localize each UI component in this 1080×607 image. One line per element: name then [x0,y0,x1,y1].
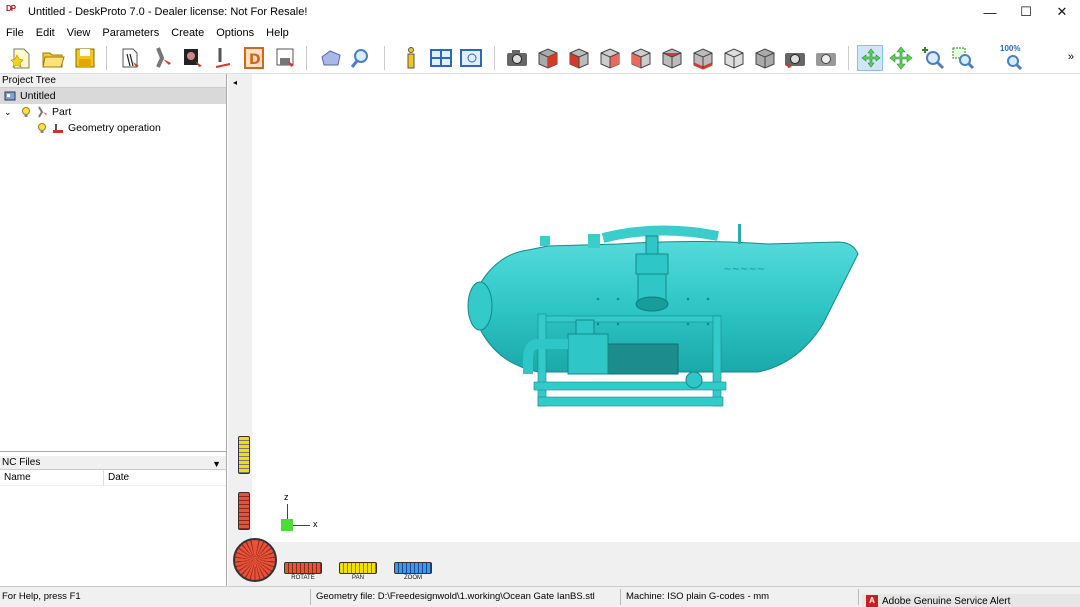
camera-icon[interactable] [504,45,530,71]
rotate-tool-icon[interactable] [857,45,883,71]
preview-icon[interactable] [348,45,374,71]
lightbulb-icon[interactable] [36,122,48,134]
chevron-down-icon[interactable]: ⌄ [4,107,16,118]
svg-text:~~~~~: ~~~~~ [722,264,766,275]
maximize-button[interactable]: ☐ [1008,0,1044,24]
title-bar: DP Untitled - DeskProto 7.0 - Dealer lic… [0,0,1080,24]
menu-view[interactable]: View [61,27,97,39]
status-machine: Machine: ISO plain G-codes - mm [626,591,770,602]
rotate-roller-vertical[interactable] [238,492,250,530]
view-cube-left-icon[interactable] [628,45,654,71]
column-header-name[interactable]: Name [0,470,104,485]
view-cube-iso-icon[interactable] [535,45,561,71]
rotate-dial-icon[interactable] [233,538,277,582]
camera-restore-icon[interactable] [813,45,839,71]
simulation-icon[interactable] [318,45,344,71]
nc-files-dropdown-icon[interactable]: ▼ [212,457,221,471]
nc-files-columns: Name Date [0,470,226,486]
new-file-icon[interactable] [8,45,34,71]
viewport-left-strip: ◂ [228,74,252,586]
status-bar: For Help, press F1 Geometry file: D:\Fre… [0,586,1080,607]
pan-roller[interactable] [339,562,377,574]
menu-edit[interactable]: Edit [30,27,61,39]
adobe-icon: A [866,595,878,607]
close-button[interactable]: ✕ [1044,0,1080,24]
left-panel: Project Tree Untitled ⌄ Part Geometry op… [0,74,227,586]
camera-save-icon[interactable] [782,45,808,71]
zoom-100-label: 100% [1000,44,1021,53]
toolbar-more-button[interactable]: » [1068,51,1074,63]
view-window-icon[interactable] [458,45,484,71]
adobe-alert-label: Adobe Genuine Service Alert [882,595,1011,607]
view-cube-top-icon[interactable] [690,45,716,71]
zoom-tool-icon[interactable] [919,45,945,71]
menu-bar: File Edit View Parameters Create Options… [0,24,1080,42]
status-help: For Help, press F1 [2,591,81,602]
export-icon[interactable] [272,45,298,71]
menu-options[interactable]: Options [210,27,260,39]
lightbulb-icon[interactable] [20,106,32,118]
zoom-100-icon[interactable]: 100% [1000,44,1026,71]
zoom-label: ZOOM [404,575,422,581]
svg-text:D: D [249,52,261,68]
window-title: Untitled - DeskProto 7.0 - Dealer licens… [28,6,308,18]
nc-files-title: NC Files [2,457,41,468]
zoom-window-icon[interactable] [950,45,976,71]
project-tree: Untitled ⌄ Part Geometry operation [0,88,226,452]
layout-icon[interactable] [428,45,454,71]
menu-create[interactable]: Create [165,27,210,39]
view-cube-front-icon[interactable] [566,45,592,71]
view-cube-plain-icon[interactable] [752,45,778,71]
axis-z-label: z [284,492,289,502]
minimize-button[interactable]: — [972,0,1008,24]
viewport-bottom-strip: ROTATE PAN ZOOM [228,538,1080,586]
axis-origin-icon [281,519,293,531]
nc-files-panel: NC Files ▼ Name Date [0,456,226,586]
operation-icon [52,122,64,134]
tree-item-label: Untitled [20,90,56,102]
pan-label: PAN [352,575,364,581]
pan-tool-icon[interactable] [888,45,914,71]
part-icon [36,106,48,118]
adobe-alert-taskbar-item[interactable]: A Adobe Genuine Service Alert [862,594,1080,607]
view-cube-bottom-icon[interactable] [721,45,747,71]
3d-viewport[interactable]: ◂ ~~~~~ z x ROTATE PAN ZOOM [228,74,1080,586]
menu-parameters[interactable]: Parameters [96,27,165,39]
status-geometry-file: Geometry file: D:\Freedesignwold\1.worki… [316,591,595,602]
zoom-roller[interactable] [394,562,432,574]
tree-item-label: Part [52,106,72,118]
tree-item-label: Geometry operation [68,122,161,134]
toolbar: D 100% » [0,42,1080,74]
zoom-roller-vertical[interactable] [238,436,250,474]
rotate-roller[interactable] [284,562,322,574]
open-folder-icon[interactable] [40,45,66,71]
submarine-model: ~~~~~ [467,224,859,407]
menu-help[interactable]: Help [260,27,295,39]
nc-files-header: NC Files ▼ [0,456,226,470]
tree-item-part[interactable]: ⌄ Part [4,104,71,120]
project-tree-header: Project Tree [0,74,226,88]
column-header-date[interactable]: Date [104,470,129,485]
rotate-label: ROTATE [291,575,315,581]
import-geometry-icon[interactable] [118,45,144,71]
axis-x-label: x [313,519,318,529]
view-cube-right-icon[interactable] [659,45,685,71]
menu-file[interactable]: File [0,27,30,39]
app-logo-icon: DP [6,4,16,13]
info-icon[interactable] [398,45,424,71]
tree-item-geometry-operation[interactable]: Geometry operation [36,120,161,136]
project-icon [4,90,16,102]
collapse-arrow-icon[interactable]: ◂ [233,78,237,87]
view-cube-back-icon[interactable] [597,45,623,71]
save-icon[interactable] [72,45,98,71]
part-parameters-icon[interactable] [150,45,176,71]
vector-icon[interactable] [210,45,236,71]
tree-item-untitled[interactable]: Untitled [0,88,226,104]
bitmap-icon[interactable] [180,45,206,71]
dxf-icon[interactable]: D [241,45,267,71]
